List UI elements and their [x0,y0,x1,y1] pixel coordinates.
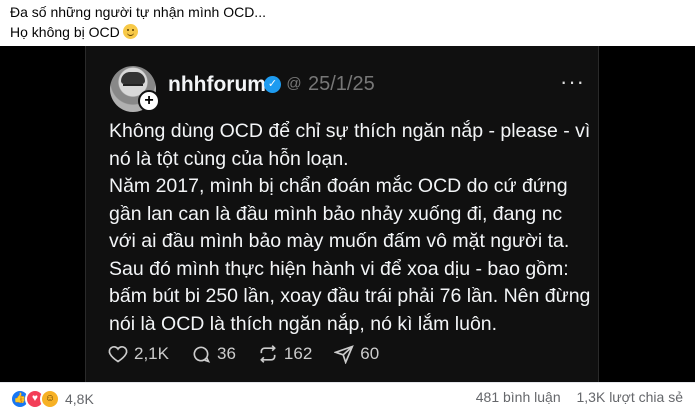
comments-count-link[interactable]: 481 bình luận [476,389,561,405]
repost-action: 162 [258,344,312,364]
threads-icon: @ [286,75,302,92]
comment-icon [193,346,211,363]
post-caption: Đa số những người tự nhận mình OCD... Họ… [10,2,266,42]
more-icon: ··· [560,69,585,94]
post-paragraph-2: Năm 2017, mình bị chẩn đoán mắc OCD do c… [109,175,591,335]
facebook-post-footer: 👍 ♥ ☺ 4,8K 481 bình luận 1,3K lượt chia … [0,382,695,409]
post-body: Không dùng OCD để chỉ sự thích ngăn nắp … [109,118,593,338]
smile-emoji-icon [122,24,138,39]
repost-icon [260,345,276,363]
username: nhhforum [168,73,266,96]
footer-stats: 481 bình luận 1,3K lượt chia sẻ [464,389,683,405]
reactions-summary[interactable]: 👍 ♥ ☺ 4,8K [10,389,94,409]
caption-line-1: Đa số những người tự nhận mình OCD... [10,4,266,20]
verified-icon: ✓ [264,76,281,93]
heart-icon [108,345,128,363]
avatar-glasses [123,84,143,90]
like-action: 2,1K [108,344,169,364]
avatar-hair [121,72,145,84]
post-date: 25/1/25 [308,73,375,95]
caption-line-2-text: Họ không bị OCD [10,24,120,40]
caption-line-2: Họ không bị OCD [10,22,266,42]
shares-count-link[interactable]: 1,3K lượt chia sẻ [577,389,684,405]
share-icon [334,345,355,364]
comment-action: 36 [191,344,236,364]
reactions-count: 4,8K [65,391,94,407]
like-count: 2,1K [134,344,169,363]
repost-count: 162 [283,344,313,363]
share-action: 60 [334,344,379,364]
comment-count: 36 [216,344,236,363]
haha-reaction-icon: ☺ [40,389,60,409]
threads-post-card: + nhhforum ✓ @ 25/1/25 ··· Không dùng OC… [85,46,599,382]
post-paragraph-1: Không dùng OCD để chỉ sự thích ngăn nắp … [109,120,591,170]
post-image[interactable]: + nhhforum ✓ @ 25/1/25 ··· Không dùng OC… [0,46,695,382]
follow-plus-icon: + [138,90,160,112]
post-actions: 2,1K 36 162 60 [108,344,401,364]
share-count: 60 [360,344,380,363]
